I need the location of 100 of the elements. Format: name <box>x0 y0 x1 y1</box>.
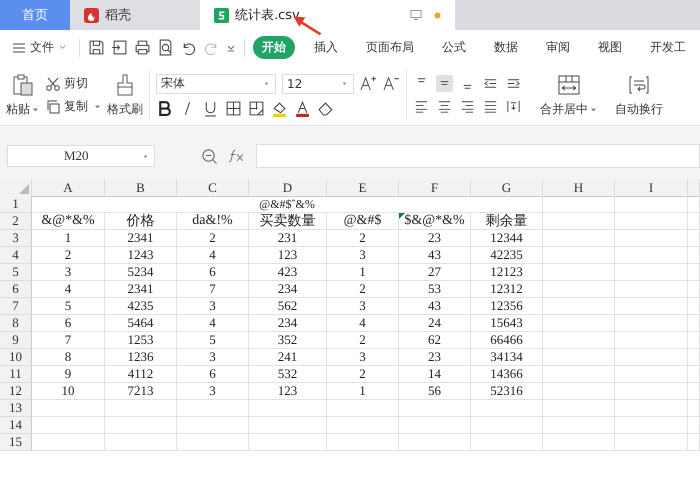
row-header[interactable]: 3 <box>0 230 32 247</box>
ribbon-tab[interactable]: 开发工 <box>641 36 695 59</box>
name-box[interactable]: M20 <box>7 145 155 167</box>
font-name-field[interactable]: 宋体 <box>156 74 276 94</box>
save-icon[interactable] <box>88 39 105 56</box>
table-cell: 62 <box>399 332 471 349</box>
ribbon-tab[interactable]: 视图 <box>589 36 631 59</box>
row-header[interactable]: 1 <box>0 196 32 213</box>
monitor-icon[interactable] <box>410 9 422 21</box>
decrease-font-icon[interactable] <box>383 75 400 92</box>
row-header[interactable]: 12 <box>0 383 32 400</box>
zoom-out-icon[interactable] <box>201 148 218 164</box>
font-size-field[interactable]: 12 <box>282 74 354 94</box>
table-cell <box>543 281 615 298</box>
cell-style-icon[interactable] <box>248 100 265 116</box>
paste-button[interactable]: 粘贴 <box>6 100 39 118</box>
table-cell <box>399 400 471 417</box>
row-header[interactable]: 6 <box>0 281 32 298</box>
table-cell: 2 <box>32 247 105 264</box>
ribbon-tab[interactable]: 插入 <box>305 36 347 59</box>
cut-button[interactable]: 剪切 <box>45 75 101 92</box>
column-header[interactable]: G <box>471 179 543 197</box>
table-cell: 1236 <box>105 349 177 366</box>
table-cell <box>543 230 615 247</box>
ribbon-tab[interactable]: 数据 <box>485 36 527 59</box>
table-cell <box>688 264 700 281</box>
table-cell: 7213 <box>105 383 177 400</box>
column-header[interactable]: E <box>327 179 399 197</box>
export-icon[interactable] <box>111 39 128 56</box>
document-tab[interactable]: 稻壳 <box>70 0 200 30</box>
table-cell: 43 <box>399 298 471 315</box>
column-header[interactable]: D <box>249 179 327 197</box>
row-header[interactable]: 14 <box>0 417 32 434</box>
table-cell <box>105 434 177 451</box>
table-cell: 3 <box>327 247 399 264</box>
caret-icon <box>590 106 597 112</box>
merge-center-button[interactable]: 合并居中 <box>540 100 597 118</box>
formula-input[interactable] <box>256 144 700 168</box>
paste-icon[interactable] <box>10 72 34 96</box>
ribbon-tab[interactable]: 公式 <box>433 36 475 59</box>
row-header[interactable]: 8 <box>0 315 32 332</box>
fill-color-icon[interactable] <box>271 100 288 116</box>
font-color-icon[interactable] <box>294 100 311 116</box>
file-menu[interactable]: 文件 <box>8 39 71 56</box>
column-header[interactable]: H <box>543 179 615 197</box>
print-preview-icon[interactable] <box>157 39 174 56</box>
table-cell: 4 <box>32 281 105 298</box>
function-icon[interactable] <box>228 149 246 163</box>
table-cell: 7 <box>177 281 249 298</box>
underline-icon[interactable] <box>202 100 219 116</box>
format-painter-button[interactable]: 格式刷 <box>107 100 143 118</box>
table-cell: $&@*&% <box>399 213 471 230</box>
table-cell: 43 <box>399 247 471 264</box>
distributed-icon[interactable] <box>505 98 522 115</box>
column-header[interactable]: C <box>177 179 249 197</box>
table-cell: 34134 <box>471 349 543 366</box>
table-cell <box>543 298 615 315</box>
row-header[interactable]: 11 <box>0 366 32 383</box>
ribbon-tab[interactable]: 审阅 <box>537 36 579 59</box>
wrap-text-button[interactable]: 自动换行 <box>615 100 663 118</box>
print-icon[interactable] <box>134 39 151 56</box>
eraser-icon[interactable] <box>317 100 334 116</box>
copy-button[interactable]: 复制 <box>45 98 101 115</box>
borders-icon[interactable] <box>225 100 242 116</box>
table-cell <box>327 400 399 417</box>
table-cell <box>688 349 700 366</box>
table-cell: 剩余量 <box>471 213 543 230</box>
table-cell: 3 <box>32 264 105 281</box>
row-header[interactable]: 4 <box>0 247 32 264</box>
row-header[interactable]: 10 <box>0 349 32 366</box>
merge-cells-icon[interactable] <box>556 72 580 96</box>
row-header[interactable]: 5 <box>0 264 32 281</box>
caret-icon <box>32 106 39 112</box>
alignment-icon[interactable] <box>436 75 453 92</box>
dropdown-caret-icon[interactable] <box>226 42 236 52</box>
row-header[interactable]: 7 <box>0 298 32 315</box>
increase-font-icon[interactable] <box>360 75 377 92</box>
table-cell: 241 <box>249 349 327 366</box>
column-header[interactable]: F <box>399 179 471 197</box>
table-cell: 6 <box>32 315 105 332</box>
ribbon-tab[interactable]: 页面布局 <box>357 36 423 59</box>
scissors-icon <box>45 76 61 92</box>
table-cell: 231 <box>249 230 327 247</box>
row-header[interactable]: 2 <box>0 213 32 230</box>
caret-icon <box>94 103 101 110</box>
table-cell: 24 <box>399 315 471 332</box>
table-cell <box>471 417 543 434</box>
table-cell: 4 <box>327 315 399 332</box>
row-header[interactable]: 9 <box>0 332 32 349</box>
row-header[interactable]: 15 <box>0 434 32 451</box>
table-cell: 2341 <box>105 281 177 298</box>
column-header[interactable]: A <box>32 179 105 197</box>
table-cell: 2 <box>327 281 399 298</box>
table-cell <box>543 417 615 434</box>
column-header[interactable]: I <box>615 179 688 197</box>
bold-icon[interactable] <box>156 100 173 116</box>
table-cell <box>688 298 700 315</box>
row-header[interactable]: 13 <box>0 400 32 417</box>
table-cell: 3 <box>327 298 399 315</box>
column-header[interactable]: B <box>105 179 177 197</box>
